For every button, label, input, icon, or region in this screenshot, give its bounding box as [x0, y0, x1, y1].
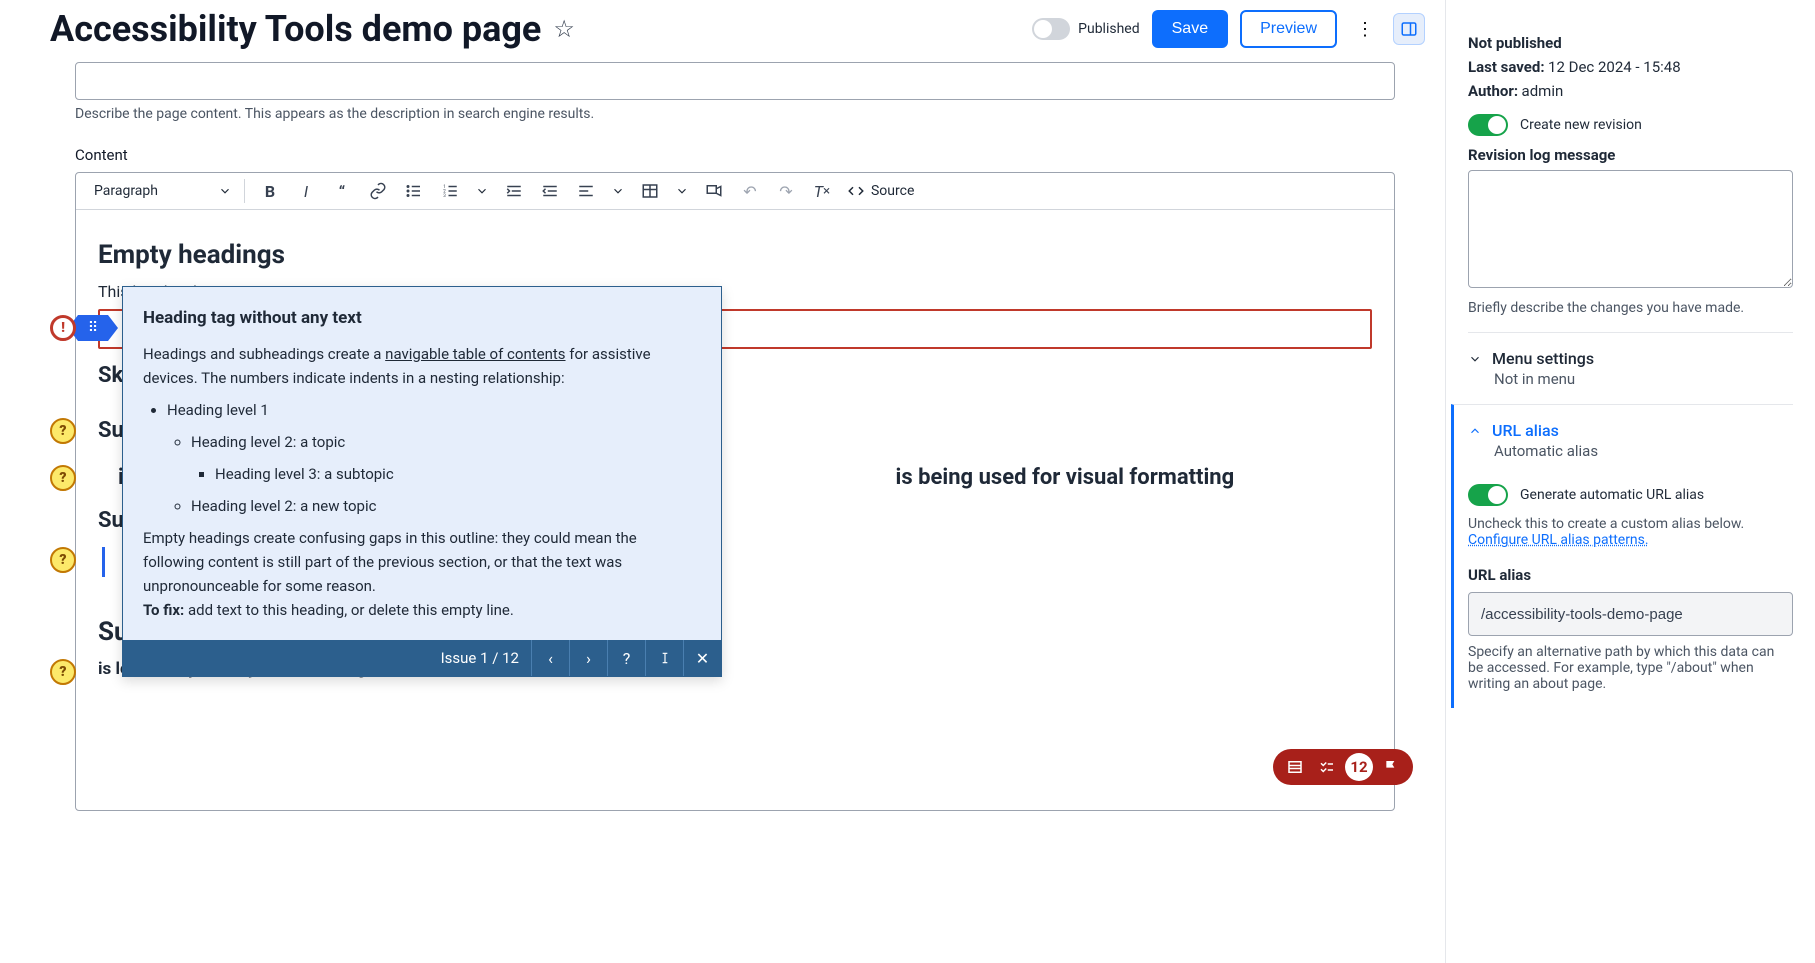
favorite-star-icon[interactable]: ☆ — [553, 15, 575, 44]
last-saved-label: Last saved: — [1468, 58, 1545, 76]
issue-counter: Issue 1 / 12 — [429, 641, 531, 675]
editor-toolbar: Paragraph B I “ 123 — [76, 173, 1394, 210]
save-button[interactable]: Save — [1152, 10, 1228, 48]
callout-list-item: Heading level 3: a subtopic — [215, 462, 701, 486]
configure-patterns-link[interactable]: Configure URL alias patterns. — [1468, 532, 1649, 548]
next-issue-button[interactable]: › — [569, 640, 607, 676]
italic-icon[interactable]: I — [295, 180, 317, 202]
error-marker-icon[interactable]: ! — [50, 315, 76, 341]
heading-empty-headings: Empty headings — [98, 240, 1372, 270]
published-label: Published — [1078, 21, 1139, 37]
drag-handle-icon[interactable]: ⠿ — [78, 315, 108, 341]
sidebar: Not published Last saved: 12 Dec 2024 - … — [1445, 0, 1815, 963]
list-chevron-icon[interactable] — [475, 184, 489, 198]
issue-toolbar: 12 — [1273, 749, 1413, 785]
indent-right-icon[interactable] — [503, 180, 525, 202]
cursor-button[interactable] — [645, 640, 683, 676]
status-label: Not published — [1468, 34, 1562, 52]
auto-alias-toggle[interactable] — [1468, 484, 1508, 506]
preview-button[interactable]: Preview — [1240, 10, 1337, 48]
auto-alias-help: Uncheck this to create a custom alias be… — [1468, 516, 1793, 532]
align-chevron-icon[interactable] — [611, 184, 625, 198]
table-icon[interactable] — [639, 180, 661, 202]
callout-link[interactable]: navigable table of contents — [385, 345, 565, 363]
content-label: Content — [75, 146, 1395, 164]
callout-list-item: Heading level 1 — [167, 398, 701, 422]
last-saved-value: 12 Dec 2024 - 15:48 — [1548, 58, 1681, 76]
numbered-list-icon[interactable]: 123 — [439, 180, 461, 202]
url-alias-subtitle: Automatic alias — [1494, 442, 1793, 460]
menu-settings-accordion[interactable]: Menu settings — [1468, 349, 1793, 368]
description-help: Describe the page content. This appears … — [75, 106, 1395, 122]
revision-toggle-label: Create new revision — [1520, 117, 1642, 133]
url-alias-input[interactable] — [1468, 592, 1793, 636]
published-toggle[interactable] — [1032, 18, 1070, 40]
bullet-list-icon[interactable] — [403, 180, 425, 202]
issue-check-icon[interactable] — [1313, 753, 1341, 781]
prev-issue-button[interactable]: ‹ — [531, 640, 569, 676]
help-button[interactable]: ? — [607, 640, 645, 676]
url-alias-help: Specify an alternative path by which thi… — [1468, 644, 1793, 692]
callout-list-item: Heading level 2: a topic — [191, 430, 701, 454]
warning-marker-icon[interactable]: ? — [50, 465, 76, 491]
author-value: admin — [1522, 82, 1564, 100]
callout-title: Heading tag without any text — [143, 305, 701, 332]
warning-marker-icon[interactable]: ? — [50, 659, 76, 685]
paragraph-select[interactable]: Paragraph — [86, 179, 245, 203]
svg-text:3: 3 — [443, 193, 446, 199]
auto-alias-label: Generate automatic URL alias — [1520, 487, 1704, 503]
revision-help: Briefly describe the changes you have ma… — [1468, 300, 1793, 316]
flag-icon[interactable] — [1377, 753, 1405, 781]
accessibility-callout: Heading tag without any text Headings an… — [122, 286, 722, 677]
revision-log-label: Revision log message — [1468, 146, 1615, 164]
chevron-down-icon — [218, 184, 232, 198]
quote-icon[interactable]: “ — [331, 180, 353, 202]
revision-log-input[interactable] — [1468, 170, 1793, 288]
indent-left-icon[interactable] — [539, 180, 561, 202]
more-menu-icon[interactable]: ⋮ — [1349, 13, 1381, 45]
menu-settings-subtitle: Not in menu — [1494, 370, 1793, 388]
close-callout-button[interactable]: ✕ — [683, 640, 721, 676]
align-icon[interactable] — [575, 180, 597, 202]
callout-list-item: Heading level 2: a new topic — [191, 494, 701, 518]
source-button[interactable]: Source — [847, 182, 914, 200]
chevron-up-icon — [1468, 424, 1482, 438]
issue-count-badge[interactable]: 12 — [1345, 753, 1373, 781]
undo-icon[interactable]: ↶ — [739, 180, 761, 202]
url-alias-field-label: URL alias — [1468, 566, 1531, 584]
warning-marker-icon[interactable]: ? — [50, 547, 76, 573]
url-alias-accordion[interactable]: URL alias — [1468, 421, 1793, 440]
panel-toggle-icon[interactable] — [1393, 13, 1425, 45]
redo-icon[interactable]: ↷ — [775, 180, 797, 202]
callout-fix: To fix: add text to this heading, or del… — [143, 598, 701, 622]
table-chevron-icon[interactable] — [675, 184, 689, 198]
description-input[interactable] — [75, 62, 1395, 100]
author-label: Author: — [1468, 82, 1518, 100]
issue-list-icon[interactable] — [1281, 753, 1309, 781]
link-icon[interactable] — [367, 180, 389, 202]
callout-paragraph: Empty headings create confusing gaps in … — [143, 526, 701, 598]
page-title: Accessibility Tools demo page — [50, 8, 541, 50]
warning-marker-icon[interactable]: ? — [50, 418, 76, 444]
bold-icon[interactable]: B — [259, 180, 281, 202]
media-icon[interactable] — [703, 180, 725, 202]
revision-toggle[interactable] — [1468, 114, 1508, 136]
chevron-down-icon — [1468, 352, 1482, 366]
callout-paragraph: Headings and subheadings create a naviga… — [143, 342, 701, 390]
clear-format-icon[interactable]: T× — [811, 180, 833, 202]
